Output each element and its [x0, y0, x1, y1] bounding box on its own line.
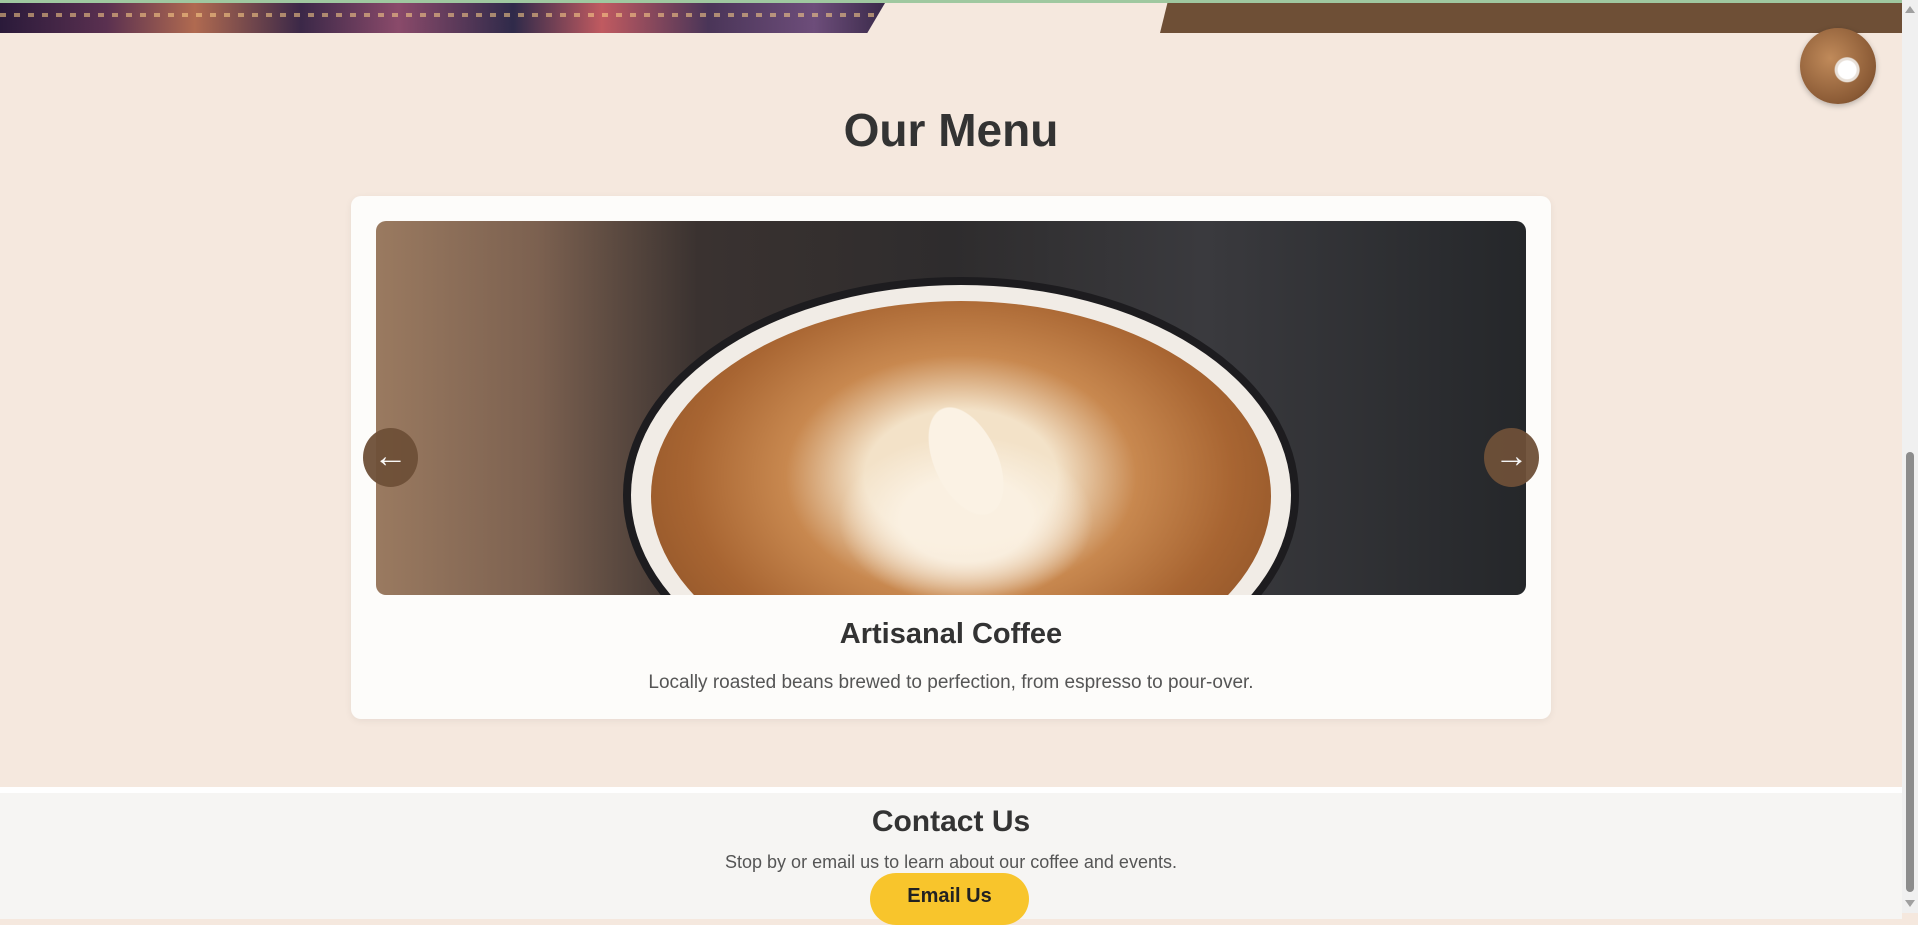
carousel-next-button[interactable]: →	[1484, 428, 1539, 487]
contact-section: Contact Us Stop by or email us to learn …	[0, 787, 1902, 925]
menu-item-description: Locally roasted beans brewed to perfecti…	[648, 672, 1254, 693]
scrollbar[interactable]	[1902, 0, 1918, 913]
top-border	[0, 0, 1902, 3]
hero-bottom-strip	[0, 0, 1902, 33]
contact-text: Stop by or email us to learn about our c…	[725, 852, 1177, 872]
page-title: Our Menu	[843, 104, 1059, 156]
floating-avatar[interactable]	[1800, 28, 1876, 104]
carousel-prev-button[interactable]: ←	[363, 428, 418, 487]
scrollbar-thumb[interactable]	[1906, 452, 1914, 892]
menu-item-image	[376, 221, 1526, 595]
scroll-up-arrow-icon[interactable]	[1905, 6, 1915, 13]
menu-item-title: Artisanal Coffee	[839, 618, 1063, 650]
city-image	[0, 3, 885, 33]
contact-title: Contact Us	[871, 805, 1031, 838]
email-us-button[interactable]: Email Us	[870, 873, 1029, 925]
brown-banner	[1160, 3, 1902, 33]
scroll-down-arrow-icon[interactable]	[1905, 900, 1915, 907]
